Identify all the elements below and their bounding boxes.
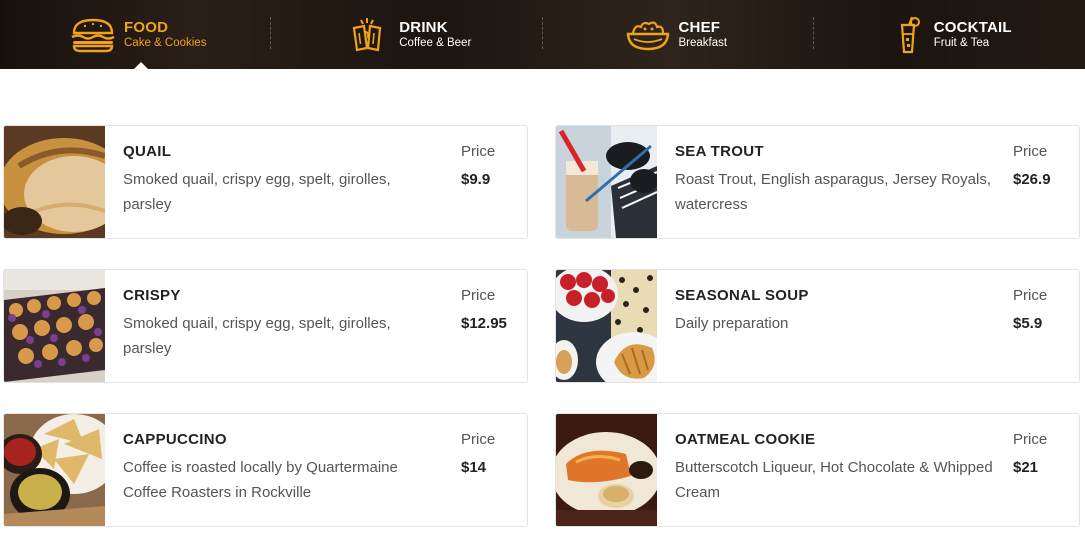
price-label: Price	[461, 431, 496, 448]
menu-item-name: OATMEAL COOKIE	[675, 431, 816, 448]
menu-item-price: $12.95	[461, 315, 507, 332]
price-label: Price	[461, 287, 496, 304]
tab-cocktail-subtitle: Fruit & Tea	[933, 36, 990, 49]
dessert-plate-photo	[556, 414, 657, 526]
beer-mugs-icon	[345, 15, 391, 55]
menu-item-card[interactable]: OATMEAL COOKIE Butterscotch Liqueur, Hot…	[555, 413, 1080, 527]
menu-item-description: Roast Trout, English asparagus, Jersey R…	[675, 171, 991, 213]
menu-item-price: $14	[461, 459, 487, 476]
menu-item-name: QUAIL	[123, 143, 172, 160]
tab-cocktail[interactable]: COCKTAIL Fruit & Tea	[814, 0, 1085, 69]
menu-item-price: $26.9	[1013, 171, 1051, 188]
menu-item-name: SEASONAL SOUP	[675, 287, 809, 304]
menu-item-price: $9.9	[461, 171, 491, 188]
tab-food-title: FOOD	[124, 18, 169, 36]
tab-chef-subtitle: Breakfast	[678, 36, 728, 49]
strawberries-croissant-photo	[556, 270, 657, 382]
menu-item-card[interactable]: SEA TROUT Roast Trout, English asparagus…	[555, 125, 1080, 239]
tab-drink[interactable]: DRINK Coffee & Beer	[271, 0, 543, 69]
drink-sunglasses-photo	[556, 126, 657, 238]
active-tab-caret	[134, 62, 148, 69]
tab-food-subtitle: Cake & Cookies	[124, 36, 207, 49]
tab-drink-title: DRINK	[399, 18, 448, 36]
price-label: Price	[461, 143, 496, 160]
menu-item-name: CRISPY	[123, 287, 181, 304]
menu-item-card[interactable]: SEASONAL SOUP Daily preparation Price $5…	[555, 269, 1080, 383]
menu-item-card[interactable]: CAPPUCCINO Coffee is roasted locally by …	[3, 413, 528, 527]
category-tab-bar: FOOD Cake & Cookies DRINK Coffee & Beer	[0, 0, 1085, 69]
menu-item-description: Butterscotch Liqueur, Hot Chocolate & Wh…	[675, 459, 993, 501]
tab-cocktail-title: COCKTAIL	[933, 18, 1012, 36]
tab-drink-subtitle: Coffee & Beer	[399, 36, 472, 49]
menu-item-name: CAPPUCCINO	[123, 431, 227, 448]
menu-item-description: Coffee is roasted locally by Quartermain…	[123, 459, 398, 501]
tab-chef-title: CHEF	[678, 18, 721, 36]
price-label: Price	[1013, 143, 1048, 160]
salad-bowl-icon	[625, 15, 671, 55]
menu-item-card[interactable]: QUAIL Smoked quail, crispy egg, spelt, g…	[3, 125, 528, 239]
price-label: Price	[1013, 431, 1048, 448]
tab-chef[interactable]: CHEF Breakfast	[543, 0, 814, 69]
cocktail-glass-icon	[892, 15, 926, 55]
menu-item-price: $5.9	[1013, 315, 1043, 332]
menu-item-description: Daily preparation	[675, 315, 789, 332]
burger-icon	[70, 15, 116, 55]
menu-item-description: Smoked quail, crispy egg, spelt, girolle…	[123, 171, 391, 213]
tab-food[interactable]: FOOD Cake & Cookies	[0, 0, 272, 69]
chips-dip-photo	[4, 414, 105, 526]
menu-item-price: $21	[1013, 459, 1039, 476]
menu-item-card[interactable]: CRISPY Smoked quail, crispy egg, spelt, …	[3, 269, 528, 383]
menu-item-name: SEA TROUT	[675, 143, 764, 160]
menu-item-description: Smoked quail, crispy egg, spelt, girolle…	[123, 315, 391, 357]
price-label: Price	[1013, 287, 1048, 304]
bread-photo	[4, 126, 105, 238]
pastries-photo	[4, 270, 105, 382]
